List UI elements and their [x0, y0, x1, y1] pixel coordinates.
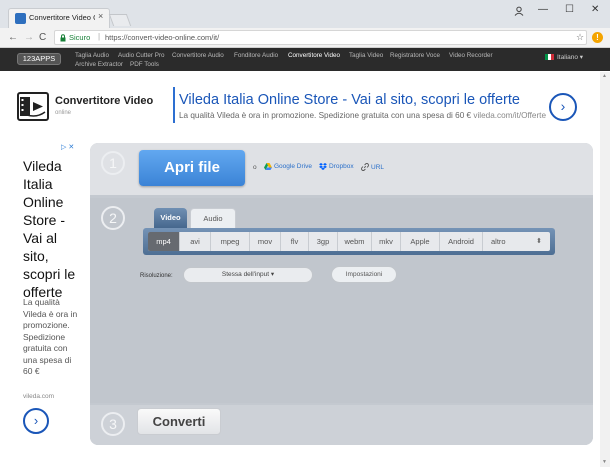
nav-link-taglia-audio[interactable]: Taglia Audio [75, 52, 109, 59]
language-selector[interactable]: Italiano ▾ [557, 53, 583, 61]
nav-link-convertitore-video[interactable]: Convertitore Video [288, 52, 340, 59]
extension-alert-icon[interactable]: ! [592, 32, 603, 43]
format-mpeg[interactable]: mpeg [211, 232, 250, 251]
format-bar: mp4 avi mpeg mov flv 3gp webm mkv Apple … [143, 228, 555, 255]
dropdown-arrows-icon: ⬍ [536, 238, 542, 245]
dropbox-icon [319, 163, 327, 170]
ad-left-title[interactable]: Vileda Italia Online Store - Vai al sito… [23, 157, 85, 301]
brand-subtitle: online [55, 110, 72, 116]
format-mp4[interactable]: mp4 [148, 232, 180, 251]
page-scrollbar[interactable] [600, 72, 610, 467]
ad-top-title[interactable]: Vileda Italia Online Store - Vai al sito… [179, 92, 520, 108]
nav-link-convertitore-audio[interactable]: Convertitore Audio [172, 52, 224, 59]
ad-top-domain: vileda.com/it/Offerte [473, 111, 547, 120]
ad-top-arrow-button[interactable]: › [549, 93, 577, 121]
format-mkv[interactable]: mkv [372, 232, 401, 251]
format-flv[interactable]: flv [281, 232, 309, 251]
google-drive-link[interactable]: Google Drive [264, 163, 312, 170]
new-tab-button[interactable] [108, 14, 132, 26]
step-1-number: 1 [101, 151, 125, 175]
google-drive-label: Google Drive [274, 163, 312, 170]
minimize-button[interactable]: — [538, 4, 548, 15]
step-3-number: 3 [101, 412, 125, 436]
close-window-button[interactable]: ✕ [591, 4, 599, 15]
nav-link-taglia-video[interactable]: Taglia Video [349, 52, 383, 59]
format-avi[interactable]: avi [180, 232, 211, 251]
nav-link-audio-cutter-pro[interactable]: Audio Cutter Pro [118, 52, 165, 59]
ad-top-desc-text: La qualità Vileda è ora in promozione. S… [179, 111, 474, 120]
or-text: o [253, 164, 257, 171]
scroll-up-icon[interactable]: ▲ [602, 73, 607, 79]
profile-icon[interactable] [514, 6, 524, 16]
format-altro-label: altro [491, 237, 506, 246]
site-logo[interactable]: 123APPS [17, 53, 61, 65]
converter-panel: 1 Apri file o Google Drive Dropbox URL 2… [90, 143, 593, 445]
lock-icon [60, 34, 66, 42]
site-nav: 123APPS Taglia Audio Audio Cutter Pro Co… [0, 48, 610, 71]
browser-tab[interactable]: Convertitore Video Onli × [8, 8, 110, 28]
resolution-label: Risoluzione: [140, 273, 173, 279]
url-separator: | [98, 32, 101, 41]
format-list: mp4 avi mpeg mov flv 3gp webm mkv Apple … [148, 232, 550, 251]
bookmark-star-icon[interactable]: ☆ [576, 32, 584, 43]
url-label: URL [371, 163, 385, 171]
format-3gp[interactable]: 3gp [309, 232, 338, 251]
maximize-button[interactable]: ☐ [565, 4, 574, 15]
nav-link-registratore-voce[interactable]: Registratore Voce [390, 52, 440, 59]
ad-left-domain[interactable]: vileda.com [23, 393, 54, 400]
browser-toolbar: ← → C Sicuro | https://convert-video-onl… [0, 28, 610, 48]
ad-top-description[interactable]: La qualità Vileda è ora in promozione. S… [179, 111, 546, 120]
ad-left-description[interactable]: La qualità Vileda è ora in promozione. S… [23, 297, 83, 378]
settings-button[interactable]: Impostazioni [331, 266, 397, 283]
step-1-section: 1 Apri file o Google Drive Dropbox URL [90, 143, 593, 195]
nav-link-video-recorder[interactable]: Video Recorder [449, 52, 493, 59]
italian-flag-icon [545, 54, 554, 60]
format-altro[interactable]: altro ⬍ [483, 232, 550, 251]
tab-title: Convertitore Video Onli [29, 13, 95, 22]
adchoices-icon[interactable]: ▷ ✕ [61, 143, 74, 151]
tab-audio[interactable]: Audio [190, 208, 236, 228]
format-webm[interactable]: webm [338, 232, 372, 251]
google-drive-icon [264, 163, 272, 170]
url-text[interactable]: https://convert-video-online.com/it/ [105, 33, 219, 42]
convert-button[interactable]: Converti [137, 408, 221, 435]
resolution-select[interactable]: Stessa dell'input ▾ [183, 267, 313, 283]
tab-close-icon[interactable]: × [98, 11, 103, 21]
secure-label: Sicuro [69, 33, 91, 42]
nav-link-fonditore-audio[interactable]: Fonditore Audio [234, 52, 278, 59]
back-button[interactable]: ← [8, 32, 18, 43]
browser-titlebar: Convertitore Video Onli × — ☐ ✕ [0, 0, 610, 28]
open-file-button[interactable]: Apri file [139, 150, 245, 186]
scroll-down-icon[interactable]: ▼ [602, 459, 607, 465]
step-2-number: 2 [101, 206, 125, 230]
link-icon [361, 163, 369, 171]
address-bar[interactable]: Sicuro | https://convert-video-online.co… [54, 30, 587, 45]
brand-title: Convertitore Video [55, 95, 154, 107]
tab-video[interactable]: Video [154, 208, 187, 228]
video-converter-logo-icon [17, 92, 49, 121]
ad-accent-bar [173, 87, 175, 123]
format-mov[interactable]: mov [250, 232, 281, 251]
format-apple[interactable]: Apple [401, 232, 440, 251]
reload-button[interactable]: C [39, 32, 46, 43]
format-android[interactable]: Android [440, 232, 483, 251]
favicon-icon [15, 13, 26, 24]
nav-link-archive-extractor[interactable]: Archive Extractor [75, 61, 123, 68]
nav-link-pdf-tools[interactable]: PDF Tools [130, 61, 159, 68]
ad-left-arrow-button[interactable]: › [23, 408, 49, 434]
url-link[interactable]: URL [361, 163, 384, 171]
dropbox-label: Dropbox [329, 163, 354, 170]
dropbox-link[interactable]: Dropbox [319, 163, 354, 170]
forward-button[interactable]: → [24, 32, 34, 43]
